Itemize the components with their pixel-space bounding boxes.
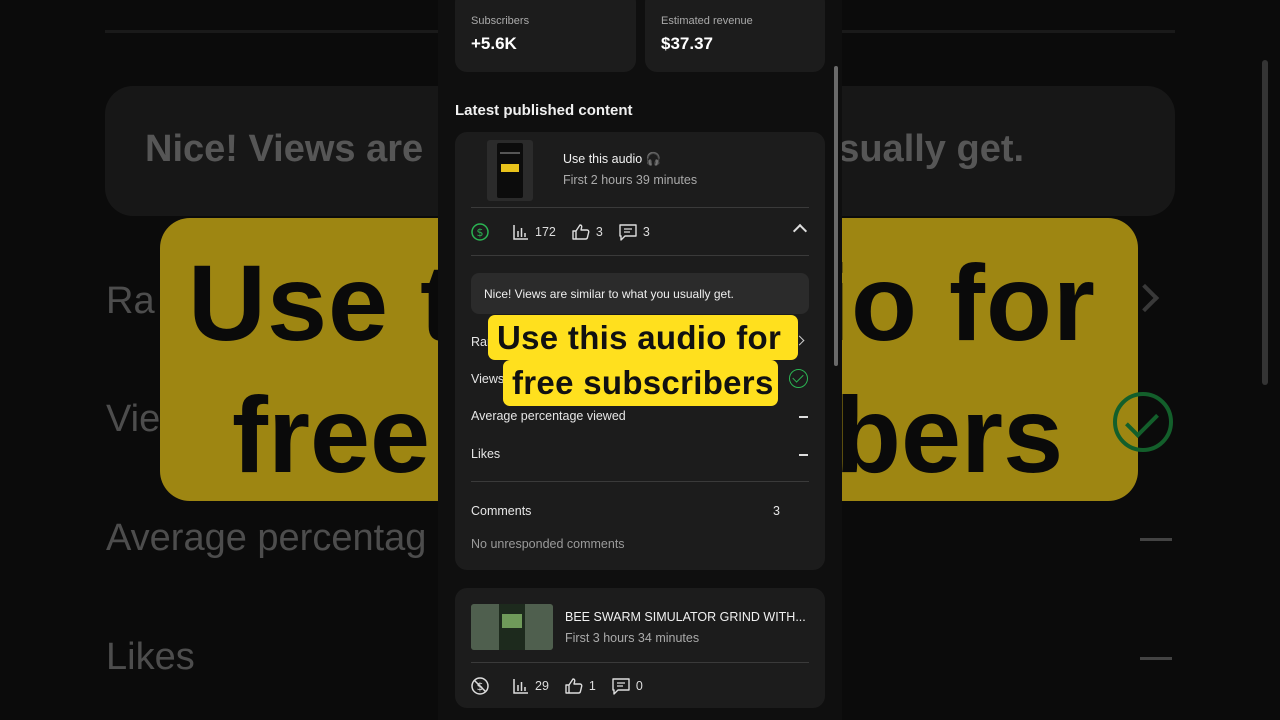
views-count: 172 — [535, 225, 556, 239]
views-metric: 29 — [513, 678, 549, 694]
bar-chart-icon — [513, 225, 528, 240]
likes-count: 3 — [595, 225, 603, 239]
sticker-line1: Use this audio for — [497, 319, 782, 356]
likes-count: 1 — [588, 679, 596, 693]
background-sticker-line2-right: bers — [835, 374, 1064, 495]
chevron-up-icon[interactable] — [792, 223, 808, 239]
video-subtitle: First 3 hours 34 minutes — [565, 631, 700, 645]
dash-icon — [799, 416, 808, 418]
comments-metric: 3 — [619, 223, 650, 241]
divider — [471, 481, 809, 482]
background-dash-icon — [1140, 657, 1172, 660]
divider — [471, 662, 809, 663]
stat-label: Estimated revenue — [661, 15, 753, 27]
insight-box: Nice! Views are similar to what you usua… — [471, 273, 809, 314]
dollar-off-icon: $ — [471, 677, 489, 695]
not-monetized-metric: $ — [471, 677, 495, 695]
background-row-likes: Likes — [106, 636, 195, 678]
stat-value: $37.37 — [661, 34, 713, 53]
views-metric: 172 — [513, 224, 556, 240]
stat-value: +5.6K — [471, 34, 517, 53]
background-check-icon — [1113, 392, 1173, 452]
svg-text:$: $ — [477, 226, 484, 239]
scrollbar[interactable] — [834, 66, 838, 366]
video-title[interactable]: BEE SWARM SIMULATOR GRIND WITH... — [565, 610, 806, 624]
insight-text: Nice! Views are similar to what you usua… — [484, 287, 734, 301]
monetized-metric: $ — [471, 223, 495, 241]
video-title[interactable]: Use this audio 🎧 — [563, 152, 661, 167]
thumbs-up-icon — [572, 224, 590, 240]
avg-percentage-row: Average percentage viewed — [471, 409, 626, 423]
likes-row: Likes — [471, 447, 501, 461]
check-circle-icon — [789, 369, 808, 388]
background-insight-text-left: Nice! Views are — [145, 128, 424, 170]
dollar-circle-icon: $ — [471, 223, 489, 241]
thumbs-up-icon — [565, 678, 583, 694]
comments-row-count: 3 — [773, 504, 780, 518]
subscribers-card[interactable]: Subscribers +5.6K — [455, 0, 636, 72]
section-title: Latest published content — [455, 102, 633, 119]
background-sticker-line1-right: io for — [820, 242, 1096, 363]
background-row-avg: Average percentag — [106, 517, 427, 559]
views-count: 29 — [535, 679, 549, 693]
comment-icon — [612, 677, 630, 695]
video-card[interactable]: BEE SWARM SIMULATOR GRIND WITH... First … — [455, 588, 825, 708]
dash-icon — [799, 454, 808, 456]
video-thumbnail[interactable] — [471, 604, 553, 650]
background-chevron-right-icon — [1130, 283, 1160, 313]
background-row-ranking: Ra — [106, 280, 155, 322]
sticker-line2: free subscribers — [512, 364, 774, 401]
comments-count: 3 — [642, 225, 650, 239]
background-sticker-line1-left: Use t — [188, 242, 458, 363]
comments-count: 0 — [635, 679, 643, 693]
views-row: Views — [471, 372, 505, 386]
stat-label: Subscribers — [471, 15, 530, 27]
video-subtitle: First 2 hours 39 minutes — [563, 173, 698, 187]
video-thumbnail[interactable] — [487, 140, 533, 201]
divider — [471, 207, 809, 208]
video-metrics: $ 29 1 0 — [471, 676, 659, 696]
comment-icon — [619, 223, 637, 241]
background-scrollbar — [1262, 60, 1268, 385]
likes-metric: 1 — [565, 678, 596, 694]
background-row-views: Vie — [106, 398, 161, 440]
comments-status: No unresponded comments — [471, 537, 625, 551]
divider — [471, 255, 809, 256]
bar-chart-icon — [513, 679, 528, 694]
likes-metric: 3 — [572, 224, 603, 240]
comments-row[interactable]: Comments — [471, 504, 531, 518]
background-sticker-line2-left: free — [232, 374, 431, 495]
background-insight-text-right: usually get. — [815, 128, 1025, 170]
video-metrics: $ 172 3 3 — [471, 222, 666, 242]
background-dash-icon — [1140, 538, 1172, 541]
revenue-card[interactable]: Estimated revenue $37.37 — [645, 0, 825, 72]
comments-metric: 0 — [612, 677, 643, 695]
